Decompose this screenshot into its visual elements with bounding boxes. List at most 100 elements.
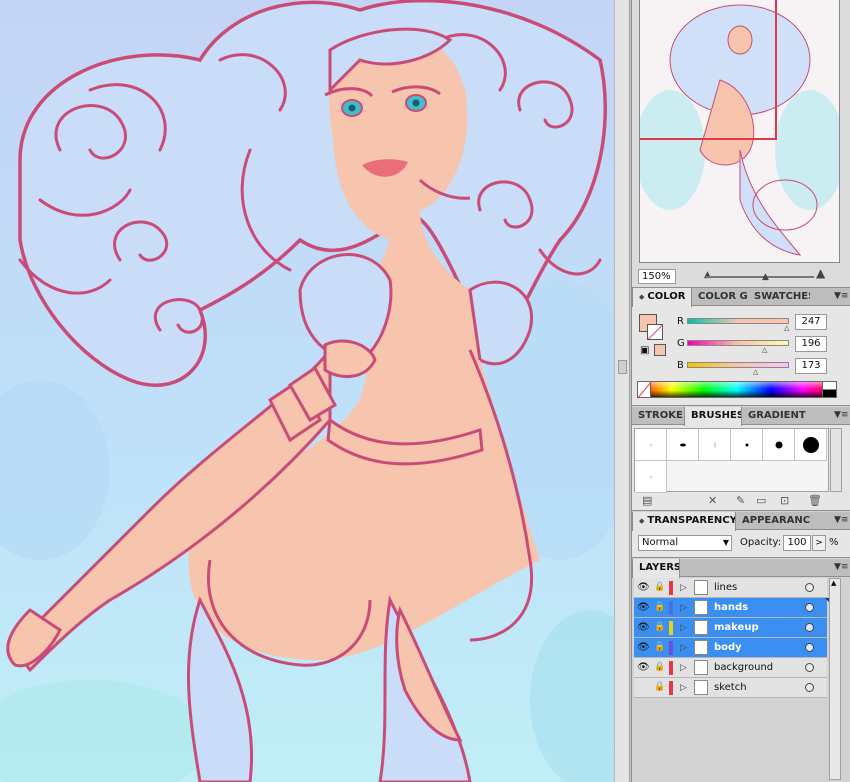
tab-swatches[interactable]: SWATCHES (748, 288, 810, 306)
layer-color-indicator (669, 641, 673, 655)
visibility-eye-icon[interactable]: 👁 (637, 643, 650, 653)
layer-target-icon[interactable] (805, 663, 814, 672)
lock-icon[interactable]: 🔒 (654, 642, 665, 653)
lock-icon[interactable]: 🔒 (654, 662, 665, 673)
layer-name[interactable]: background (714, 661, 773, 675)
layer-name[interactable]: lines (714, 581, 737, 595)
red-slider-thumb[interactable]: △ (784, 325, 789, 332)
tab-stroke[interactable]: STROKE (632, 407, 684, 425)
expand-arrow-icon[interactable]: ▷ (680, 641, 687, 655)
layer-row[interactable]: 👁 🔒 ▷ background (634, 658, 827, 678)
delete-brush-icon[interactable]: 🗑 (808, 494, 822, 508)
layer-target-icon[interactable] (805, 603, 814, 612)
brush-scrollbar[interactable] (830, 428, 842, 492)
green-value-field[interactable]: 196 (795, 336, 827, 352)
green-slider-thumb[interactable]: △ (762, 347, 767, 354)
navigator-thumbnail[interactable] (639, 0, 840, 263)
visibility-eye-icon[interactable] (637, 683, 649, 692)
red-slider[interactable] (687, 318, 789, 324)
brush-item[interactable] (635, 429, 667, 461)
lock-icon[interactable]: 🔒 (654, 602, 665, 613)
scroll-up-icon[interactable]: ▲ (831, 579, 836, 587)
scrollbar-grip[interactable] (618, 360, 627, 374)
zoom-field[interactable]: 150% (638, 269, 676, 284)
red-value-field[interactable]: 247 (795, 314, 827, 330)
visibility-eye-icon[interactable]: 👁 (637, 583, 650, 593)
panel-menu-icon[interactable]: ▼≡ (834, 515, 848, 526)
stroke-swatch[interactable] (647, 324, 663, 340)
expand-arrow-icon[interactable]: ▷ (680, 581, 687, 595)
expand-arrow-icon[interactable]: ▷ (680, 601, 687, 615)
expand-arrow-icon[interactable]: ▷ (680, 681, 687, 695)
expand-arrow-icon[interactable]: ▷ (680, 661, 687, 675)
none-color-swatch[interactable] (637, 381, 651, 398)
color-spectrum-bar[interactable] (637, 381, 837, 398)
tab-gradient[interactable]: GRADIENT (742, 407, 808, 425)
layer-row[interactable]: 👁 🔒 ▷ lines (634, 578, 827, 598)
brush-library-grid (634, 428, 829, 493)
visibility-eye-icon[interactable]: 👁 (637, 663, 650, 673)
blue-value-field[interactable]: 173 (795, 358, 827, 374)
lock-icon[interactable]: 🔒 (654, 622, 665, 633)
tab-brushes[interactable]: BRUSHES (684, 407, 742, 426)
layer-target-icon[interactable] (805, 623, 814, 632)
brush-item[interactable] (731, 429, 763, 461)
layer-color-indicator (669, 681, 673, 695)
opacity-slider-button[interactable]: > (812, 535, 826, 551)
options-selected-icon[interactable]: ▭ (756, 494, 766, 508)
remove-stroke-icon[interactable]: ✕ (708, 494, 717, 508)
zoom-in-icon[interactable]: ▲ (816, 267, 825, 279)
layer-target-icon[interactable] (805, 583, 814, 592)
zoom-slider[interactable] (706, 276, 814, 278)
visibility-eye-icon[interactable]: 👁 (637, 623, 650, 633)
lock-icon[interactable]: 🔒 (654, 582, 665, 593)
brush-item[interactable] (635, 461, 667, 493)
layer-row[interactable]: 🔒 ▷ sketch (634, 678, 827, 698)
brush-item[interactable] (763, 429, 795, 461)
options-icon[interactable]: ✎ (736, 494, 745, 508)
panel-menu-icon[interactable]: ▼≡ (834, 410, 848, 421)
panel-menu-icon[interactable]: ▼≡ (834, 562, 848, 573)
new-brush-icon[interactable]: ⊡ (780, 494, 789, 508)
layers-scrollbar[interactable]: ▲ (829, 578, 841, 780)
layer-row[interactable]: 👁 🔒 ▷ makeup (634, 618, 827, 638)
layer-target-icon[interactable] (805, 683, 814, 692)
zoom-slider-thumb[interactable]: ▲ (762, 273, 769, 282)
tab-color[interactable]: ◆ COLOR (632, 288, 692, 307)
tab-appearance[interactable]: APPEARANCE (736, 512, 810, 530)
layer-name[interactable]: hands (714, 601, 748, 615)
visibility-eye-icon[interactable]: 👁 (637, 603, 650, 613)
black-white-swatch[interactable] (822, 381, 837, 398)
last-color-swatch[interactable] (654, 344, 666, 356)
brush-item[interactable] (795, 429, 827, 461)
canvas-vertical-scrollbar[interactable] (614, 0, 630, 782)
artboard-canvas[interactable] (0, 0, 614, 782)
brush-item[interactable] (699, 429, 731, 461)
brush-libraries-icon[interactable]: ▤ (642, 494, 652, 508)
out-of-gamut-cube-icon[interactable]: ▣ (640, 345, 651, 356)
layer-row[interactable]: 👁 🔒 ▷ hands (634, 598, 830, 618)
tab-color-guide[interactable]: COLOR GU (692, 288, 748, 306)
expand-arrow-icon[interactable]: ▷ (680, 621, 687, 635)
red-label: R (677, 316, 684, 327)
brush-item[interactable] (667, 429, 699, 461)
layer-name[interactable]: makeup (714, 621, 759, 635)
panel-dock: 150% ▲ ▲ ▲ ◆COLOR COLOR GU SWATCHES ▼≡ ▣… (631, 0, 850, 782)
green-slider[interactable] (687, 340, 789, 346)
blue-slider-thumb[interactable]: △ (753, 369, 758, 376)
layer-name[interactable]: body (714, 641, 742, 655)
panel-menu-icon[interactable]: ▼≡ (834, 291, 848, 302)
layer-target-icon[interactable] (805, 643, 814, 652)
layer-row[interactable]: 👁 🔒 ▷ body (634, 638, 827, 658)
layer-thumbnail (694, 640, 708, 655)
lock-icon[interactable]: 🔒 (654, 682, 665, 693)
layer-color-indicator (669, 621, 673, 635)
transparency-tabbar: ◆ TRANSPARENCY APPEARANCE ▼≡ (632, 512, 850, 531)
navigator-view-rectangle[interactable] (640, 0, 777, 140)
opacity-field[interactable]: 100 (783, 535, 811, 551)
layer-name[interactable]: sketch (714, 681, 747, 695)
blue-slider[interactable] (687, 362, 789, 368)
tab-layers[interactable]: LAYERS (632, 559, 680, 578)
blend-mode-select[interactable]: Normal ▼ (638, 535, 732, 551)
tab-transparency[interactable]: ◆ TRANSPARENCY (632, 512, 736, 531)
